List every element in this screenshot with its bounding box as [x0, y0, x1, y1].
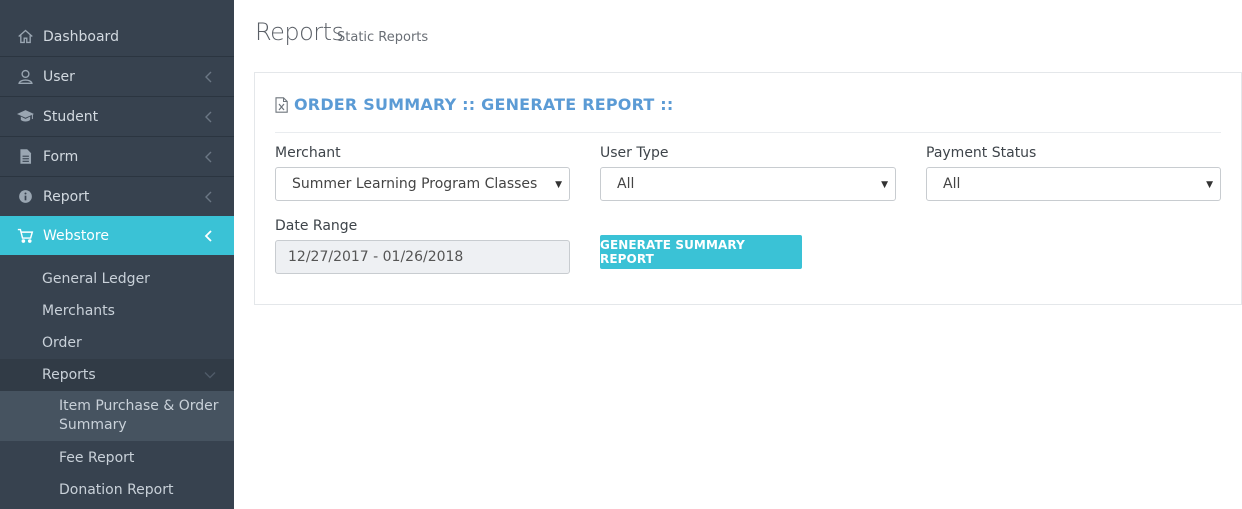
panel-header: ORDER SUMMARY :: GENERATE REPORT :: — [275, 95, 673, 114]
sidebar-item-report[interactable]: Report — [0, 177, 234, 217]
payment-status-select[interactable]: All ▼ — [926, 167, 1221, 201]
panel-divider — [275, 132, 1221, 133]
sidebar-subitem-label: General Ledger — [42, 271, 150, 287]
payment-status-select-value: All — [943, 176, 961, 192]
generate-summary-report-button[interactable]: GENERATE SUMMARY REPORT — [600, 235, 802, 269]
sidebar-item-label: User — [43, 68, 75, 85]
user-type-select[interactable]: All ▼ — [600, 167, 896, 201]
sidebar-item-user[interactable]: User — [0, 57, 234, 97]
sidebar-subitem-fee-report[interactable]: Fee Report — [0, 443, 234, 473]
sidebar-subitem-item-purchase-order-summary[interactable]: Item Purchase & Order Summary — [0, 391, 234, 441]
caret-down-icon: ▼ — [555, 180, 562, 190]
merchant-select[interactable]: Summer Learning Program Classes ▼ — [275, 167, 570, 201]
sidebar-subitem-general-ledger[interactable]: General Ledger — [0, 263, 234, 295]
sidebar-subitem-label: Item Purchase & Order Summary — [59, 398, 219, 433]
date-range-input[interactable]: 12/27/2017 - 01/26/2018 — [275, 240, 570, 274]
info-icon — [16, 188, 34, 206]
file-icon — [16, 148, 34, 166]
sidebar-subitem-donation-report[interactable]: Donation Report — [0, 475, 234, 505]
sidebar-item-label: Webstore — [43, 227, 109, 244]
chevron-left-icon — [205, 151, 212, 163]
chevron-down-icon — [204, 372, 216, 379]
sidebar-item-label: Student — [43, 108, 99, 125]
caret-down-icon: ▼ — [1206, 180, 1213, 190]
sidebar: Dashboard User Student Form Report Webst — [0, 0, 234, 509]
merchant-select-value: Summer Learning Program Classes — [292, 176, 538, 192]
user-icon — [16, 68, 34, 86]
user-type-label: User Type — [600, 145, 669, 161]
sidebar-item-webstore[interactable]: Webstore — [0, 216, 234, 255]
panel-title: ORDER SUMMARY :: GENERATE REPORT :: — [294, 95, 674, 114]
sidebar-item-dashboard[interactable]: Dashboard — [0, 17, 234, 57]
chevron-left-icon — [205, 191, 212, 203]
chevron-left-icon — [205, 111, 212, 123]
sidebar-item-student[interactable]: Student — [0, 97, 234, 137]
sidebar-item-label: Dashboard — [43, 28, 119, 45]
chevron-left-icon — [204, 230, 212, 242]
chevron-left-icon — [205, 71, 212, 83]
sidebar-item-label: Form — [43, 148, 79, 165]
date-range-label: Date Range — [275, 218, 358, 234]
order-summary-panel: ORDER SUMMARY :: GENERATE REPORT :: Merc… — [254, 72, 1242, 305]
sidebar-subitem-label: Donation Report — [59, 481, 174, 498]
sidebar-subitem-label: Merchants — [42, 303, 115, 319]
page-subtitle: Static Reports — [337, 30, 429, 45]
sidebar-item-label: Report — [43, 188, 90, 205]
sidebar-subitem-merchants[interactable]: Merchants — [0, 295, 234, 327]
sidebar-subitem-reports[interactable]: Reports — [0, 359, 234, 391]
cart-icon — [16, 227, 34, 245]
caret-down-icon: ▼ — [881, 180, 888, 190]
sidebar-subitem-label: Order — [42, 335, 82, 351]
sidebar-subitem-order[interactable]: Order — [0, 327, 234, 359]
sidebar-subitem-label: Fee Report — [59, 449, 135, 466]
sidebar-item-form[interactable]: Form — [0, 137, 234, 177]
excel-file-icon — [275, 96, 288, 113]
sidebar-subitem-label: Reports — [42, 367, 96, 383]
home-icon — [16, 28, 34, 46]
merchant-label: Merchant — [275, 145, 341, 161]
page-title: Reports — [255, 18, 344, 46]
date-range-value: 12/27/2017 - 01/26/2018 — [288, 249, 464, 265]
graduation-cap-icon — [16, 108, 34, 126]
user-type-select-value: All — [617, 176, 635, 192]
payment-status-label: Payment Status — [926, 145, 1037, 161]
